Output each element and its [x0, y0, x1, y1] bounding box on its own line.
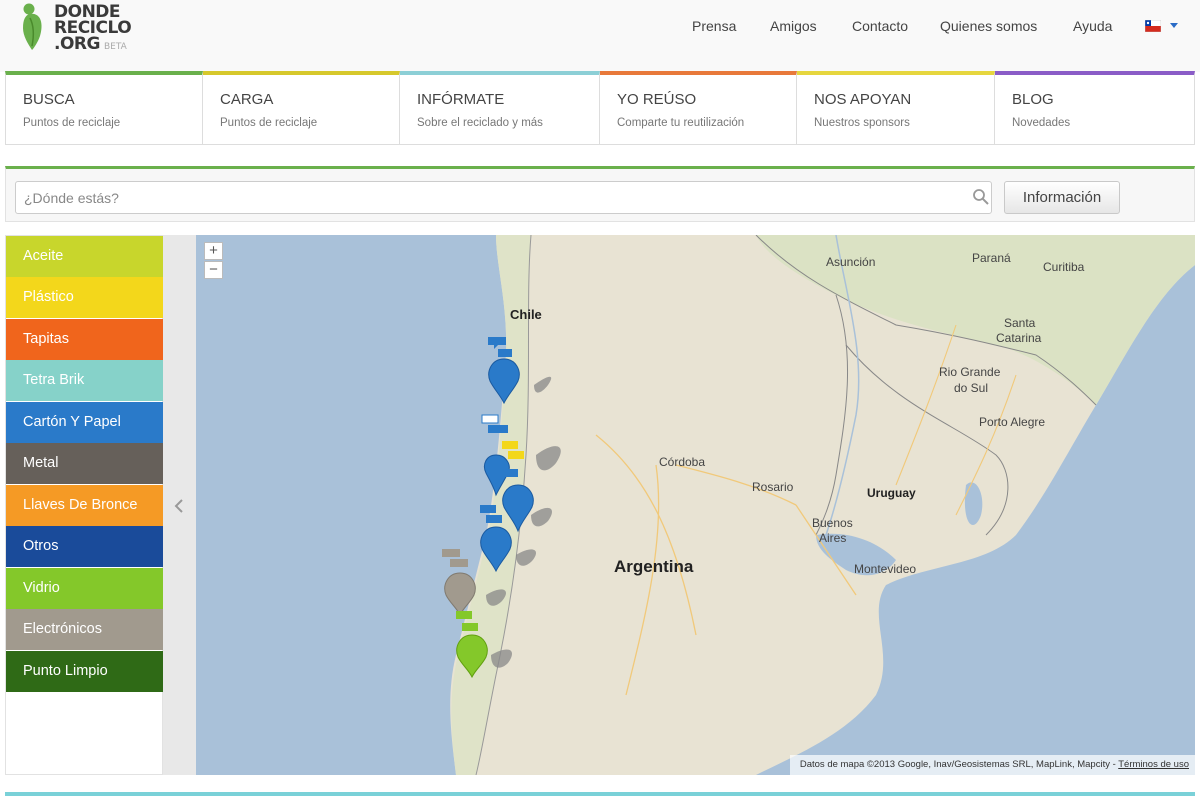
page: DONDE RECICLO .ORG BETA Prensa Amigos Con…: [0, 0, 1200, 800]
chile-flag-icon[interactable]: [1145, 20, 1161, 32]
map-pin-carton-3[interactable]: [476, 503, 516, 573]
map-label-rio-grande: Rio Grande: [939, 365, 1001, 379]
zoom-out-button[interactable]: −: [204, 261, 223, 279]
tab-subtitle: Novedades: [1012, 117, 1071, 129]
map-label-uruguay: Uruguay: [867, 486, 916, 500]
map-label-parana: Paraná: [972, 251, 1011, 265]
leaf-logo-icon: [23, 3, 42, 50]
tab-title: NOS APOYAN: [814, 91, 912, 108]
tab-subtitle: Puntos de reciclaje: [23, 117, 121, 129]
tab-title: INFÓRMATE: [417, 91, 505, 108]
category-aceite[interactable]: Aceite: [6, 236, 163, 277]
category-electronicos[interactable]: Electrónicos: [6, 609, 163, 650]
search-bar: Información: [5, 166, 1195, 222]
nav-link-prensa[interactable]: Prensa: [692, 18, 736, 34]
tab-title: BLOG: [1012, 91, 1054, 108]
tab-title: YO REÚSO: [617, 91, 697, 108]
nav-link-amigos[interactable]: Amigos: [770, 18, 817, 34]
category-plastico[interactable]: Plástico: [6, 277, 163, 318]
category-punto-limpio[interactable]: Punto Limpio: [6, 651, 163, 692]
map-label-porto-alegre: Porto Alegre: [979, 415, 1046, 429]
map-label-argentina: Argentina: [614, 557, 694, 576]
tab-blog[interactable]: BLOG Novedades: [995, 71, 1195, 144]
footer-divider: [5, 792, 1195, 796]
category-tapitas[interactable]: Tapitas: [6, 319, 163, 360]
sidebar-collapse-handle[interactable]: [163, 235, 196, 775]
category-otros[interactable]: Otros: [6, 526, 163, 567]
category-vidrio[interactable]: Vidrio: [6, 568, 163, 609]
tab-busca[interactable]: BUSCA Puntos de reciclaje: [5, 71, 203, 144]
beta-badge: BETA: [103, 42, 127, 52]
chevron-left-icon: [174, 499, 183, 513]
map-pin-vidrio[interactable]: [452, 607, 492, 679]
tab-title: CARGA: [220, 91, 274, 108]
language-dropdown-caret-icon[interactable]: [1170, 23, 1178, 28]
map-label-do-sul: do Sul: [954, 381, 989, 395]
map-label-curitiba: Curitiba: [1043, 260, 1085, 274]
terms-of-use-link[interactable]: Términos de uso: [1118, 759, 1189, 770]
tab-subtitle: Puntos de reciclaje: [220, 117, 318, 129]
tab-nos-apoyan[interactable]: NOS APOYAN Nuestros sponsors: [797, 71, 995, 144]
tab-carga[interactable]: CARGA Puntos de reciclaje: [203, 71, 400, 144]
tab-informate[interactable]: INFÓRMATE Sobre el reciclado y más: [400, 71, 600, 144]
category-llaves-de-bronce[interactable]: Llaves De Bronce: [6, 485, 163, 526]
header: DONDE RECICLO .ORG BETA Prensa Amigos Con…: [0, 0, 1200, 72]
map-label-chile: Chile: [510, 307, 542, 322]
map-attribution: Datos de mapa ©2013 Google, Inav/Geosist…: [789, 755, 1195, 775]
zoom-in-button[interactable]: +: [204, 242, 223, 260]
map-pin-carton[interactable]: [484, 335, 524, 405]
map-terrain: [450, 235, 1195, 775]
tab-title: BUSCA: [23, 91, 75, 108]
category-metal[interactable]: Metal: [6, 443, 163, 484]
nav-link-contacto[interactable]: Contacto: [852, 18, 908, 34]
map-label-asuncion: Asunción: [826, 255, 876, 269]
map-label-santa: Santa: [1004, 316, 1036, 330]
category-carton-y-papel[interactable]: Cartón Y Papel: [6, 402, 163, 443]
logo[interactable]: DONDE RECICLO .ORG BETA: [20, 2, 160, 54]
tab-subtitle: Nuestros sponsors: [814, 117, 910, 129]
location-search-input[interactable]: [15, 181, 992, 214]
category-tetra-brik[interactable]: Tetra Brik: [6, 360, 163, 401]
nav-link-ayuda[interactable]: Ayuda: [1073, 18, 1112, 34]
nav-link-quienes-somos[interactable]: Quienes somos: [940, 18, 1037, 34]
map-label-rosario: Rosario: [752, 480, 794, 494]
category-sidebar: Aceite Plástico Tapitas Tetra Brik Cartó…: [5, 235, 163, 775]
map-label-montevideo: Montevideo: [854, 562, 917, 576]
logo-line-3: .ORG: [54, 34, 100, 54]
information-button[interactable]: Información: [1004, 181, 1120, 214]
tab-yo-reuso[interactable]: YO REÚSO Comparte tu reutilización: [600, 71, 797, 144]
logo-text: DONDE RECICLO .ORG BETA: [54, 4, 132, 55]
tab-subtitle: Sobre el reciclado y más: [417, 117, 543, 129]
map-attribution-text: Datos de mapa ©2013 Google, Inav/Geosist…: [799, 759, 1119, 770]
recycling-map[interactable]: + − Asunción Paraná Curitiba Chile Santa…: [196, 235, 1195, 775]
map-label-cordoba: Córdoba: [659, 455, 706, 469]
map-label-aires: Aires: [819, 531, 847, 545]
section-tabs: BUSCA Puntos de reciclaje CARGA Puntos d…: [5, 71, 1195, 145]
tab-subtitle: Comparte tu reutilización: [617, 117, 745, 129]
map-label-buenos: Buenos: [812, 516, 853, 530]
search-icon[interactable]: [972, 188, 990, 206]
map-label-catarina: Catarina: [996, 331, 1042, 345]
map-pin-electronicos[interactable]: [440, 545, 480, 615]
